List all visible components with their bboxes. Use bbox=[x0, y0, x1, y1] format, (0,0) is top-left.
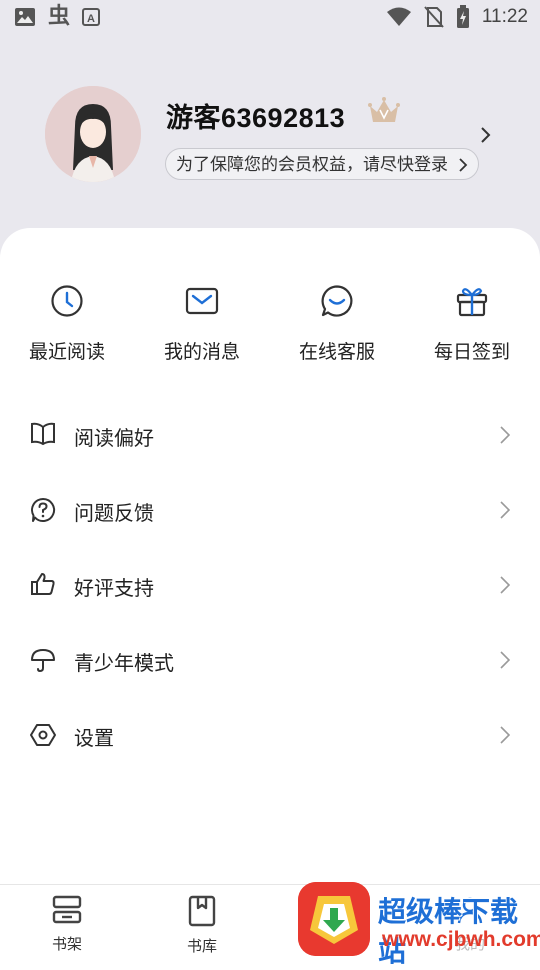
bug-icon: 虫 bbox=[48, 4, 71, 29]
menu-item-rate-support[interactable]: 好评支持 bbox=[0, 548, 540, 623]
svg-text:A: A bbox=[87, 13, 95, 25]
status-bar: 虫 A 11:22 bbox=[0, 0, 540, 36]
menu-item-teen-mode[interactable]: 青少年模式 bbox=[0, 623, 540, 698]
nav-tab-library[interactable]: 书库 bbox=[152, 895, 252, 956]
clock-icon bbox=[51, 285, 83, 317]
gift-icon bbox=[456, 288, 488, 317]
vip-crown-icon bbox=[368, 97, 400, 122]
quick-action-recent-reading[interactable]: 最近阅读 bbox=[7, 284, 127, 364]
menu-item-label: 问题反馈 bbox=[74, 501, 154, 525]
wifi-icon bbox=[386, 7, 411, 26]
chevron-right-icon bbox=[500, 501, 510, 519]
quick-action-label: 每日签到 bbox=[433, 341, 510, 363]
profile-chevron-right-icon[interactable] bbox=[480, 126, 492, 144]
quick-action-label: 在线客服 bbox=[298, 341, 375, 363]
login-prompt-button[interactable]: 为了保障您的会员权益，请尽快登录 bbox=[165, 148, 479, 180]
book-icon bbox=[31, 422, 55, 446]
avatar[interactable] bbox=[45, 86, 141, 182]
image-icon bbox=[15, 8, 35, 26]
settings-icon bbox=[30, 724, 56, 746]
battery-charging-icon bbox=[456, 5, 469, 28]
nav-tab-label: 书库 bbox=[186, 937, 217, 955]
menu-item-label: 好评支持 bbox=[74, 576, 154, 600]
menu-item-reading-preference[interactable]: 阅读偏好 bbox=[0, 398, 540, 473]
nav-tab-bookshelf[interactable]: 书架 bbox=[17, 895, 117, 954]
watermark-url: www.cjbwh.com bbox=[382, 928, 540, 951]
library-icon bbox=[188, 895, 216, 927]
menu-item-label: 青少年模式 bbox=[74, 651, 174, 675]
watermark: 超级棒下载站 www.cjbwh.com bbox=[296, 880, 540, 968]
chevron-right-icon bbox=[459, 158, 468, 172]
login-prompt-label: 为了保障您的会员权益，请尽快登录 bbox=[176, 155, 448, 175]
chevron-right-icon bbox=[500, 576, 510, 594]
umbrella-icon bbox=[31, 649, 55, 673]
username: 游客63692813 bbox=[166, 103, 346, 133]
bookshelf-icon bbox=[52, 895, 82, 924]
chat-icon bbox=[321, 285, 353, 317]
quick-action-label: 最近阅读 bbox=[28, 341, 105, 363]
chevron-right-icon bbox=[500, 726, 510, 744]
a-icon: A bbox=[82, 8, 101, 26]
settings-menu: 阅读偏好 问题反馈 好评支持 青少年模式 设置 bbox=[0, 398, 540, 773]
menu-item-settings[interactable]: 设置 bbox=[0, 698, 540, 773]
chevron-right-icon bbox=[500, 651, 510, 669]
mail-icon bbox=[185, 287, 219, 315]
no-sim-icon bbox=[424, 6, 444, 28]
avatar-illustration bbox=[45, 86, 141, 182]
menu-item-feedback[interactable]: 问题反馈 bbox=[0, 473, 540, 548]
chevron-right-icon bbox=[500, 426, 510, 444]
quick-action-online-support[interactable]: 在线客服 bbox=[277, 284, 397, 364]
quick-action-label: 我的消息 bbox=[163, 341, 240, 363]
status-time: 11:22 bbox=[481, 6, 528, 27]
menu-item-label: 阅读偏好 bbox=[74, 426, 154, 450]
question-icon bbox=[31, 497, 56, 522]
menu-item-label: 设置 bbox=[74, 726, 114, 750]
quick-action-daily-checkin[interactable]: 每日签到 bbox=[412, 284, 532, 364]
profile-header[interactable]: 游客63692813 为了保障您的会员权益，请尽快登录 bbox=[0, 86, 540, 196]
thumbs-up-icon bbox=[31, 573, 55, 595]
quick-actions: 最近阅读 我的消息 在线客服 每日签到 bbox=[0, 284, 540, 374]
quick-action-messages[interactable]: 我的消息 bbox=[142, 284, 262, 364]
nav-tab-label: 书架 bbox=[51, 935, 82, 953]
watermark-logo bbox=[298, 882, 370, 956]
